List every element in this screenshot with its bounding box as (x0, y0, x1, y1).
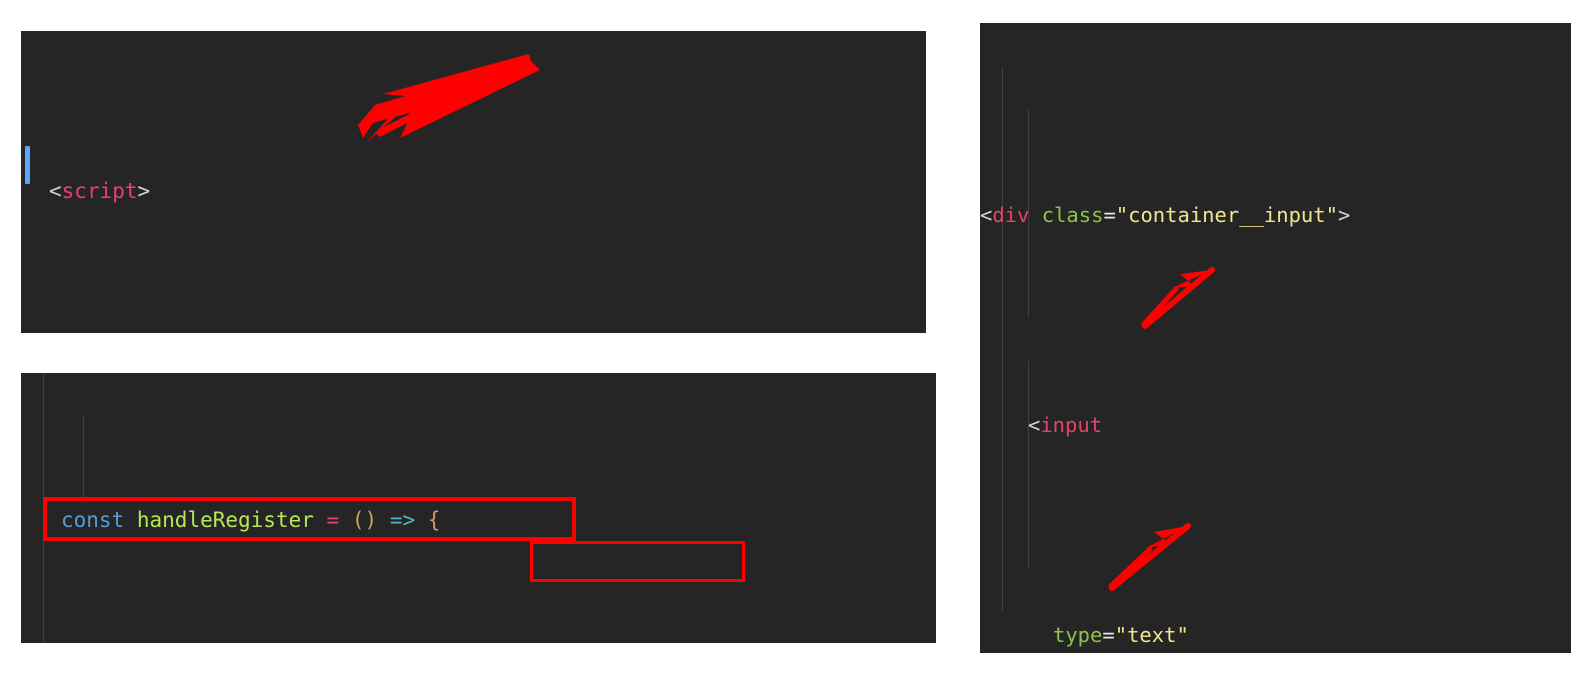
angle-bracket-open: < (980, 203, 993, 227)
setup-body-panel: const handleRegister = () => { router.pu… (21, 373, 936, 643)
code-line-attr-type-text: type="text" (980, 614, 1571, 653)
arrow-operator: => (389, 508, 416, 532)
equals-operator: = (326, 508, 340, 532)
type-value-text: text (1127, 623, 1177, 647)
angle-bracket-open: < (1028, 413, 1041, 437)
class-value-container-input: container__input (1128, 203, 1326, 227)
equals: = (1103, 203, 1116, 227)
div-tag-name: div (992, 203, 1030, 227)
const-keyword: const (61, 508, 125, 532)
angle-bracket-open: < (49, 179, 62, 203)
angle-bracket-close: > (137, 179, 151, 203)
quote: " (1114, 623, 1128, 647)
template-code-block: <div class="container__input"> <input ty… (980, 23, 1571, 653)
template-markup-panel: <div class="container__input"> <input ty… (980, 23, 1571, 653)
code-line-div-open: <div class="container__input"> (980, 194, 1571, 236)
quote: " (1115, 203, 1129, 227)
script-tag-name: script (61, 179, 138, 203)
type-attribute-name: type (1053, 623, 1103, 647)
current-line-cursor-marker (25, 146, 30, 184)
function-name-handleregister: handleRegister (136, 508, 314, 532)
code-line-const-handleregister: const handleRegister = () => { (61, 499, 936, 541)
equals: = (1102, 623, 1115, 647)
quote: " (1176, 623, 1189, 647)
quote: " (1325, 203, 1338, 227)
setup-code-block: const handleRegister = () => { router.pu… (21, 373, 936, 643)
script-code-block: <script> // src\views\login\Login.vue im… (21, 31, 926, 333)
angle-bracket-close: > (1337, 203, 1351, 227)
class-attribute-name: class (1041, 203, 1104, 227)
script-imports-panel: <script> // src\views\login\Login.vue im… (21, 31, 926, 333)
brace-open: { (427, 508, 441, 532)
code-line-input-open-phone: <input (980, 404, 1571, 446)
input-tag-name: input (1040, 413, 1103, 437)
empty-params: () (351, 508, 378, 532)
code-line: <script> (49, 170, 926, 212)
